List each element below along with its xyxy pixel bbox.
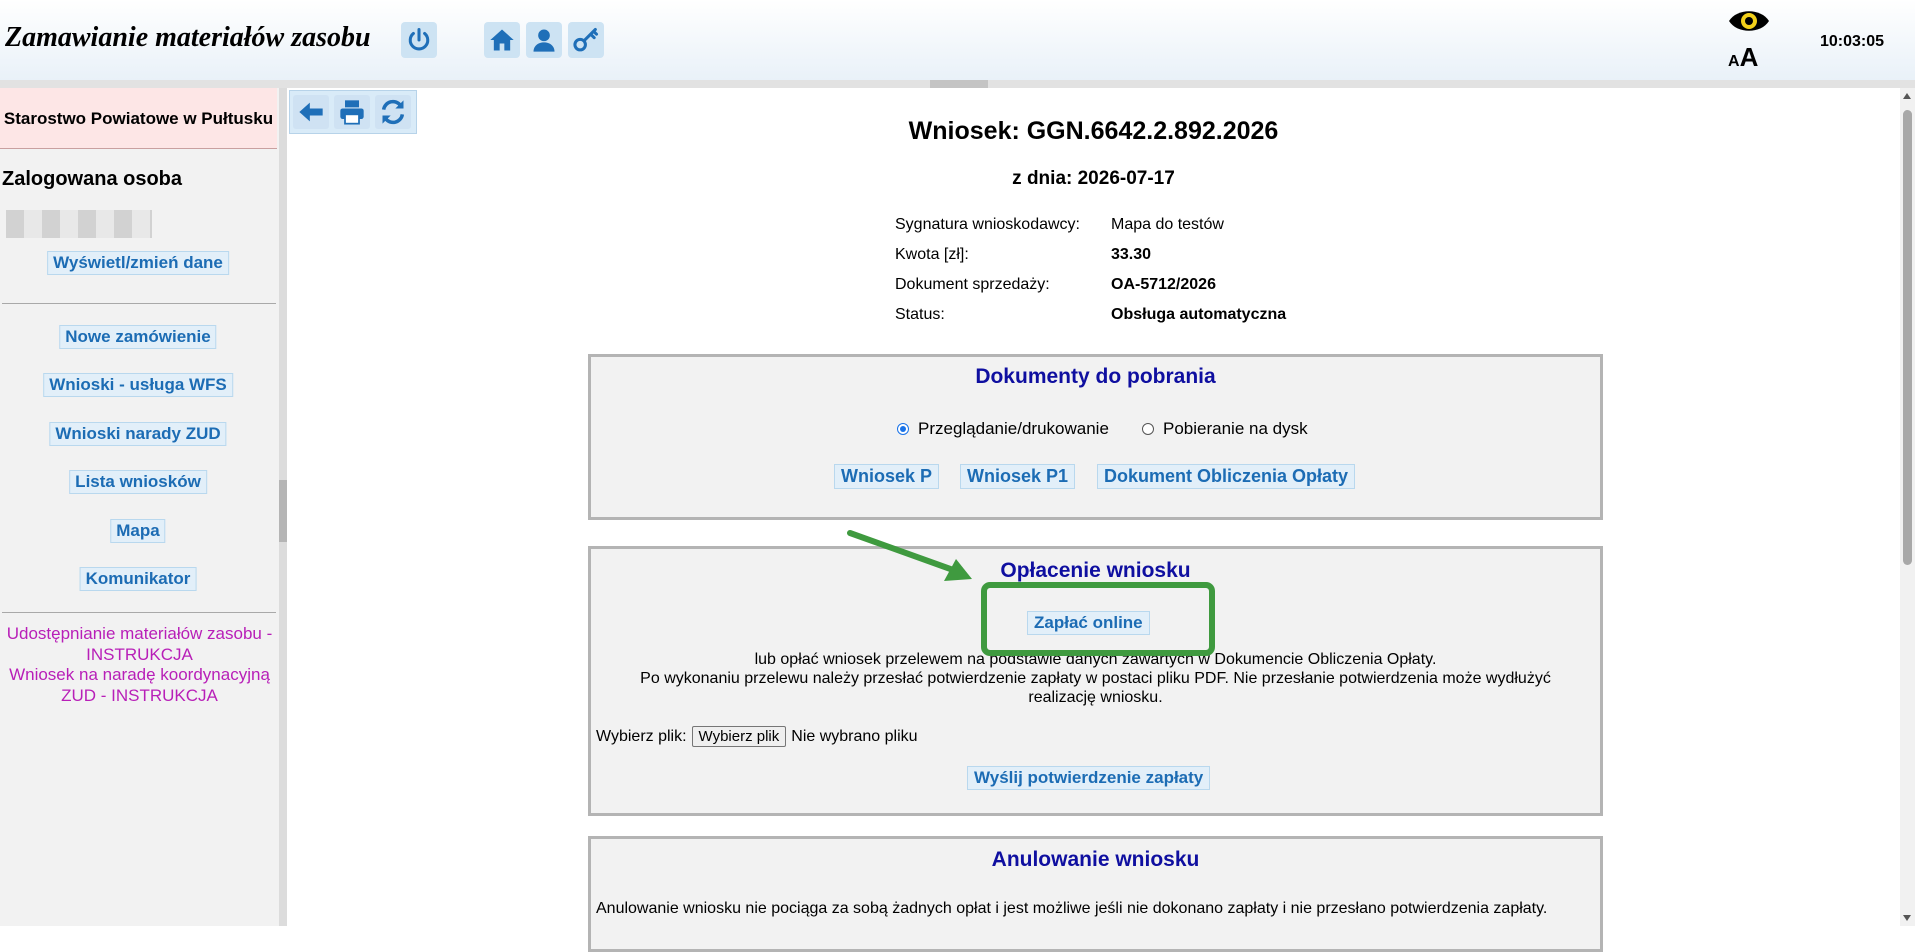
radio-view-label: Przeglądanie/drukowanie [918, 419, 1109, 438]
sidebar-divider [2, 612, 276, 613]
file-label: Wybierz plik: [596, 727, 687, 745]
cancel-title: Anulowanie wniosku [991, 848, 1200, 871]
sidebar-item-messenger[interactable]: Komunikator [79, 567, 197, 591]
radio-dot-selected[interactable] [897, 423, 909, 435]
sale-doc-label: Dokument sprzedaży: [895, 276, 1050, 293]
fee-document-button[interactable]: Dokument Obliczenia Opłaty [1097, 464, 1356, 489]
cancel-panel: Anulowanie wniosku Anulowanie wniosku ni… [588, 836, 1603, 952]
cancel-text: Anulowanie wniosku nie pociąga za sobą ż… [596, 900, 1548, 917]
info-row-amount: Kwota [zł]: 33.30 [895, 246, 1286, 276]
user-name-redacted [6, 210, 152, 238]
file-picker-row: Wybierz plik: Wybierz plik Nie wybrano p… [596, 726, 918, 747]
info-row-status: Status: Obsługa automatyczna [895, 306, 1286, 336]
splitter-grip[interactable] [930, 80, 988, 88]
status-label: Status: [895, 306, 945, 323]
radio-download[interactable]: Pobieranie na dysk [1142, 419, 1308, 439]
vertical-splitter[interactable] [279, 88, 287, 926]
sidebar-item-list[interactable]: Lista wniosków [69, 470, 207, 494]
documents-panel: Dokumenty do pobrania Przeglądanie/druko… [588, 354, 1603, 520]
page-scrollbar[interactable] [1900, 88, 1915, 926]
user-icon [533, 29, 555, 52]
payment-title: Opłacenie wniosku [1000, 559, 1191, 582]
font-size-toggle[interactable]: AA [1728, 42, 1758, 73]
info-row-signature: Sygnatura wnioskodawcy: Mapa do testów [895, 216, 1286, 246]
scroll-up-arrow[interactable] [1903, 93, 1911, 99]
power-icon [408, 27, 430, 51]
organization-name: Starostwo Powiatowe w Pułtusku [0, 88, 277, 149]
request-date: z dnia: 2026-07-17 [1012, 168, 1175, 189]
info-row-sale-doc: Dokument sprzedaży: OA-5712/2026 [895, 276, 1286, 306]
payment-confirmation-text: Po wykonaniu przelewu należy przesłać po… [640, 670, 1551, 706]
app-header: Zamawianie materiałów zasobu AA 10:03:05 [0, 0, 1915, 81]
radio-dot[interactable] [1142, 423, 1154, 435]
sidebar-item-wfs[interactable]: Wnioski - usługa WFS [43, 373, 233, 397]
sidebar-divider [2, 303, 276, 304]
pay-online-highlight-box [981, 582, 1215, 656]
instruction-link-materials[interactable]: Udostępnianie materiałów zasobu - INSTRU… [0, 623, 279, 665]
amount-label: Kwota [zł]: [895, 246, 969, 263]
sidebar-item-map[interactable]: Mapa [110, 519, 166, 543]
splitter-grip[interactable] [279, 480, 287, 542]
signature-value: Mapa do testów [1111, 216, 1224, 233]
key-icon [573, 27, 599, 52]
home-button[interactable] [484, 22, 520, 58]
change-password-button[interactable] [568, 22, 604, 58]
sale-doc-value: OA-5712/2026 [1111, 276, 1216, 293]
scrollbar-thumb[interactable] [1903, 110, 1912, 565]
eye-icon[interactable] [1727, 6, 1771, 36]
wniosek-p-button[interactable]: Wniosek P [834, 464, 940, 489]
main-content: Wniosek: GGN.6642.2.892.2026 z dnia: 202… [287, 88, 1900, 952]
font-small-label: A [1728, 53, 1740, 70]
sidebar-item-new-order[interactable]: Nowe zamówienie [59, 325, 217, 349]
signature-label: Sygnatura wnioskodawcy: [895, 216, 1080, 233]
annotation-arrow [847, 530, 972, 581]
status-value: Obsługa automatyczna [1111, 306, 1287, 323]
send-confirmation-button[interactable]: Wyślij potwierdzenie zapłaty [967, 766, 1211, 790]
user-profile-button[interactable] [526, 22, 562, 58]
choose-file-button[interactable]: Wybierz plik [691, 726, 787, 747]
home-icon [490, 29, 514, 51]
edit-user-data-link[interactable]: Wyświetl/zmień dane [47, 251, 229, 275]
font-big-label: A [1739, 42, 1759, 72]
radio-view-print[interactable]: Przeglądanie/drukowanie [897, 419, 1109, 439]
app-title: Zamawianie materiałów zasobu [5, 22, 371, 53]
scroll-down-arrow[interactable] [1903, 915, 1911, 921]
request-title: Wniosek: GGN.6642.2.892.2026 [908, 117, 1279, 145]
logout-button[interactable] [401, 22, 437, 58]
documents-title: Dokumenty do pobrania [975, 365, 1216, 388]
instruction-link-zud[interactable]: Wniosek na naradę koordynacyjną ZUD - IN… [0, 664, 279, 706]
wniosek-p1-button[interactable]: Wniosek P1 [960, 464, 1076, 489]
request-info: Sygnatura wnioskodawcy: Mapa do testów K… [895, 216, 1286, 336]
amount-value: 33.30 [1111, 246, 1152, 263]
sidebar: Starostwo Powiatowe w Pułtusku Zalogowan… [0, 88, 279, 926]
file-status: Nie wybrano pliku [791, 727, 918, 745]
logged-user-label: Zalogowana osoba [2, 168, 183, 190]
radio-download-label: Pobieranie na dysk [1163, 419, 1308, 438]
sidebar-item-zud[interactable]: Wnioski narady ZUD [49, 422, 227, 446]
clock: 10:03:05 [1820, 33, 1885, 50]
horizontal-splitter[interactable] [0, 80, 1915, 88]
